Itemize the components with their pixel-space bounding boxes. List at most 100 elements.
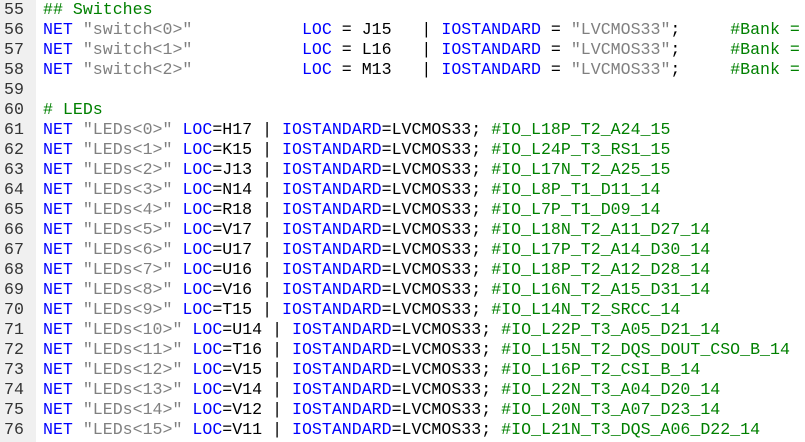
code-line[interactable]: 64 NET "LEDs<3>" LOC=N14 | IOSTANDARD=LVC… (0, 180, 805, 200)
code-text: NET "LEDs<5>" LOC=V17 | IOSTANDARD=LVCMO… (43, 220, 711, 239)
code-text: # LEDs (43, 100, 103, 120)
pin-comment: #IO_L17N_T2_A25_15 (491, 160, 671, 179)
code-text: NET "switch<2>" LOC = M13 | IOSTANDARD =… (43, 60, 805, 80)
loc-keyword: LOC (192, 320, 223, 339)
line-number: 56 (4, 20, 24, 39)
loc-keyword: LOC (182, 220, 213, 239)
semicolon: ; (670, 40, 721, 59)
pin-comment: #IO_L24P_T3_RS1_15 (491, 140, 671, 159)
code-line[interactable]: 66 NET "LEDs<5>" LOC=V17 | IOSTANDARD=LVC… (0, 220, 805, 240)
code-line[interactable]: 72 NET "LEDs<11>" LOC=T16 | IOSTANDARD=LV… (0, 340, 805, 360)
code-line[interactable]: 76 NET "LEDs<15>" LOC=V11 | IOSTANDARD=LV… (0, 420, 805, 440)
code-editor[interactable]: 55 ## Switches 56 NET "switch<0>" LOC = J15… (0, 0, 805, 442)
code-text: NET "LEDs<6>" LOC=U17 | IOSTANDARD=LVCMO… (43, 240, 711, 259)
pin-comment: #IO_L22N_T3_A04_D20_14 (501, 380, 721, 399)
code-text: NET "LEDs<3>" LOC=N14 | IOSTANDARD=LVCMO… (43, 180, 661, 199)
pin-comment: #IO_L8P_T1_D11_14 (491, 180, 661, 199)
code-text: NET "switch<1>" LOC = L16 | IOSTANDARD =… (43, 40, 805, 60)
iostandard-keyword: IOSTANDARD (282, 200, 382, 219)
semicolon: ; (670, 60, 721, 79)
loc-value: =R18 (212, 200, 253, 219)
net-name-string: "LEDs<15>" (82, 420, 183, 439)
net-keyword: NET (43, 360, 73, 379)
loc-keyword: LOC (182, 240, 213, 259)
code-lines: 55 ## Switches 56 NET "switch<0>" LOC = J15… (0, 0, 805, 440)
code-line[interactable]: 75 NET "LEDs<14>" LOC=V12 | IOSTANDARD=LV… (0, 400, 805, 420)
net-keyword: NET (43, 200, 73, 219)
code-line[interactable]: 73 NET "LEDs<12>" LOC=V15 | IOSTANDARD=LV… (0, 360, 805, 380)
code-line[interactable]: 60 # LEDs (0, 100, 805, 120)
code-text: NET "LEDs<9>" LOC=T15 | IOSTANDARD=LVCMO… (43, 300, 681, 319)
iostandard-keyword: IOSTANDARD (282, 220, 382, 239)
net-keyword: NET (43, 160, 73, 179)
code-line[interactable]: 59 (0, 80, 805, 100)
line-number: 61 (4, 120, 24, 139)
loc-value: =V12 (222, 400, 263, 419)
loc-value: =U16 (212, 260, 253, 279)
code-text: NET "LEDs<2>" LOC=J13 | IOSTANDARD=LVCMO… (43, 160, 671, 179)
iostandard-keyword: IOSTANDARD (282, 300, 382, 319)
code-line[interactable]: 62 NET "LEDs<1>" LOC=K15 | IOSTANDARD=LVC… (0, 140, 805, 160)
iostandard-value: =LVCMOS33; (381, 160, 482, 179)
equals-sign: = (331, 40, 362, 59)
iostandard-value: "LVCMOS33" (570, 40, 671, 59)
line-number: 64 (4, 180, 24, 199)
loc-value: =J13 (212, 160, 253, 179)
code-line[interactable]: 57 NET "switch<1>" LOC = L16 | IOSTANDARD… (0, 40, 805, 60)
code-line[interactable]: 70 NET "LEDs<9>" LOC=T15 | IOSTANDARD=LVC… (0, 300, 805, 320)
code-line[interactable]: 58 NET "switch<2>" LOC = M13 | IOSTANDARD… (0, 60, 805, 80)
code-line[interactable]: 63 NET "LEDs<2>" LOC=J13 | IOSTANDARD=LVC… (0, 160, 805, 180)
iostandard-keyword: IOSTANDARD (292, 340, 392, 359)
code-line[interactable]: 55 ## Switches (0, 0, 805, 20)
code-line[interactable]: 67 NET "LEDs<6>" LOC=U17 | IOSTANDARD=LVC… (0, 240, 805, 260)
iostandard-keyword: IOSTANDARD (282, 280, 382, 299)
equals-sign: = (540, 60, 571, 79)
iostandard-value: =LVCMOS33; (391, 360, 492, 379)
loc-value: =V14 (222, 380, 263, 399)
line-number: 62 (4, 140, 24, 159)
pin-comment: #IO_L18N_T2_A11_D27_14 (491, 220, 711, 239)
net-keyword: NET (43, 60, 73, 79)
semicolon: ; (670, 20, 721, 39)
net-keyword: NET (43, 320, 73, 339)
line-number: 58 (4, 60, 24, 79)
code-text: NET "LEDs<0>" LOC=H17 | IOSTANDARD=LVCMO… (43, 120, 671, 139)
loc-value: =T16 (222, 340, 263, 359)
net-name-string: "LEDs<3>" (82, 180, 173, 199)
code-text: NET "LEDs<1>" LOC=K15 | IOSTANDARD=LVCMO… (43, 140, 671, 159)
code-line[interactable]: 71 NET "LEDs<10>" LOC=U14 | IOSTANDARD=LV… (0, 320, 805, 340)
net-keyword: NET (43, 20, 73, 39)
loc-value: J15 (361, 20, 392, 39)
loc-keyword: LOC (301, 20, 332, 39)
pin-comment: #IO_L16N_T2_A15_D31_14 (491, 280, 711, 299)
code-line[interactable]: 61 NET "LEDs<0>" LOC=H17 | IOSTANDARD=LVC… (0, 120, 805, 140)
code-line[interactable]: 69 NET "LEDs<8>" LOC=V16 | IOSTANDARD=LVC… (0, 280, 805, 300)
loc-keyword: LOC (192, 360, 223, 379)
code-line[interactable]: 74 NET "LEDs<13>" LOC=V14 | IOSTANDARD=LV… (0, 380, 805, 400)
line-number: 74 (4, 380, 24, 399)
pin-comment: #IO_L15N_T2_DQS_DOUT_CSO_B_14 (501, 340, 790, 359)
code-text: NET "LEDs<13>" LOC=V14 | IOSTANDARD=LVCM… (43, 380, 721, 399)
iostandard-keyword: IOSTANDARD (282, 160, 382, 179)
iostandard-value: =LVCMOS33; (381, 140, 482, 159)
iostandard-value: =LVCMOS33; (391, 420, 492, 439)
net-name-string: "LEDs<10>" (82, 320, 183, 339)
iostandard-value: =LVCMOS33; (381, 120, 482, 139)
code-text: NET "LEDs<12>" LOC=V15 | IOSTANDARD=LVCM… (43, 360, 701, 379)
net-name-string: "switch<0>" (82, 20, 193, 39)
net-keyword: NET (43, 40, 73, 59)
net-name-string: "LEDs<2>" (82, 160, 173, 179)
bank-comment: #Bank = 34 (730, 40, 800, 59)
iostandard-value: "LVCMOS33" (570, 20, 671, 39)
net-keyword: NET (43, 340, 73, 359)
iostandard-value: =LVCMOS33; (381, 240, 482, 259)
code-line[interactable]: 65 NET "LEDs<4>" LOC=R18 | IOSTANDARD=LVC… (0, 200, 805, 220)
code-line[interactable]: 68 NET "LEDs<7>" LOC=U16 | IOSTANDARD=LVC… (0, 260, 805, 280)
line-number: 68 (4, 260, 24, 279)
loc-value: M13 (361, 60, 392, 79)
net-name-string: "LEDs<12>" (82, 360, 183, 379)
iostandard-value: =LVCMOS33; (381, 260, 482, 279)
code-line[interactable]: 56 NET "switch<0>" LOC = J15 | IOSTANDARD… (0, 20, 805, 40)
